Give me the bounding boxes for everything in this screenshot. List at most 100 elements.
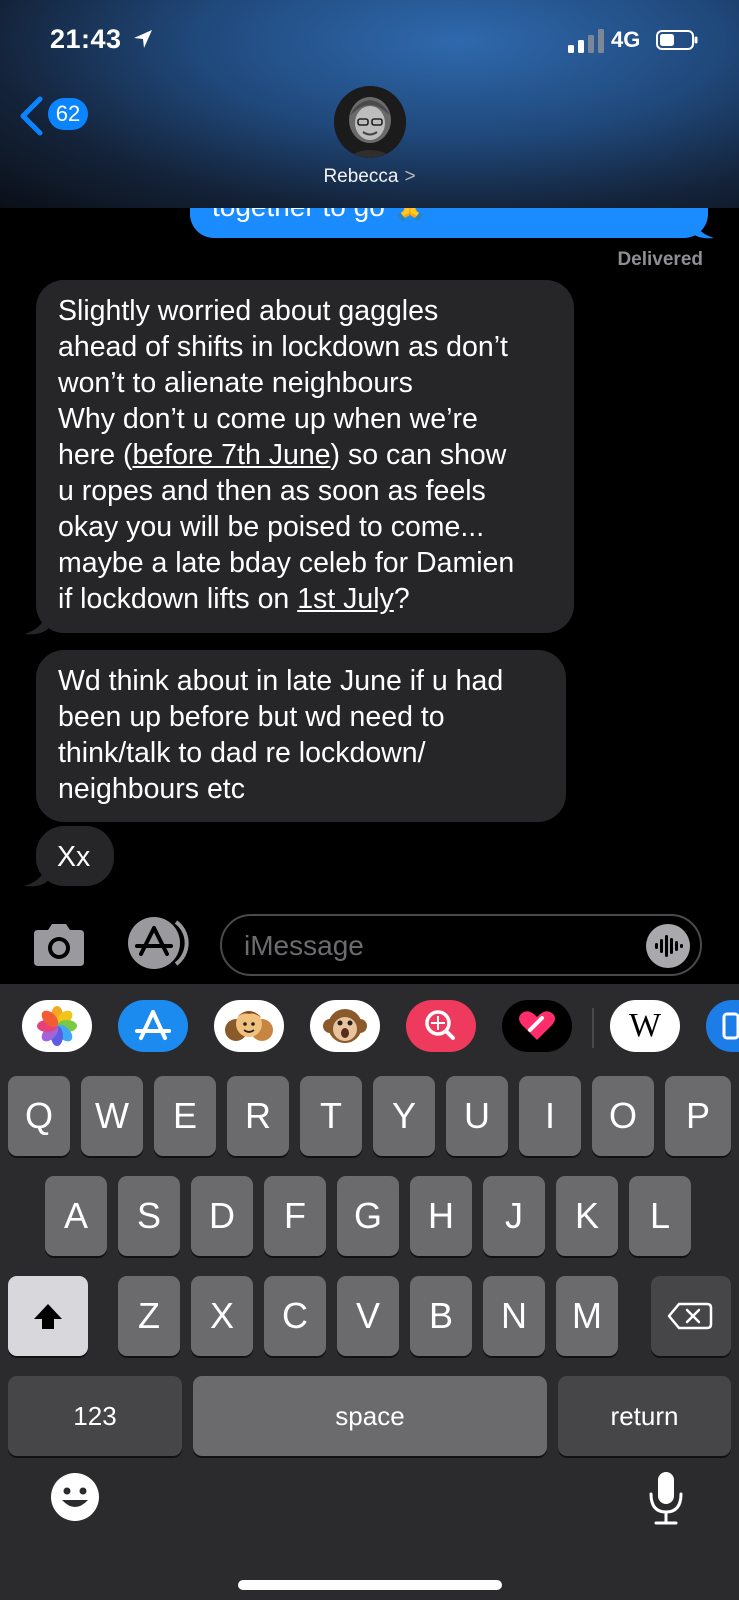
- digital-touch-app-icon[interactable]: [502, 1000, 572, 1052]
- key-label: Z: [138, 1295, 160, 1336]
- more-apps-icon[interactable]: [706, 1000, 739, 1052]
- key-label: space: [335, 1401, 405, 1431]
- date-link[interactable]: 1st July: [297, 583, 394, 615]
- chevron-right-icon: >: [404, 166, 416, 187]
- key-h[interactable]: H: [410, 1176, 472, 1256]
- key-f[interactable]: F: [264, 1176, 326, 1256]
- sent-bubble-tail: [688, 206, 714, 239]
- space-key[interactable]: space: [193, 1376, 547, 1456]
- photos-app-icon[interactable]: [22, 1000, 92, 1052]
- message-line: Why don’t u come up when we’re: [58, 403, 478, 435]
- key-l[interactable]: L: [629, 1176, 691, 1256]
- key-label: F: [284, 1195, 306, 1236]
- contact-avatar[interactable]: [334, 86, 406, 158]
- key-label: P: [685, 1095, 710, 1136]
- status-time: 21:43: [50, 24, 122, 54]
- key-label: A: [63, 1195, 88, 1236]
- key-label: G: [353, 1195, 382, 1236]
- key-label: O: [608, 1095, 637, 1136]
- key-label: U: [464, 1095, 490, 1136]
- received-message-bubble[interactable]: Wd think about in late June if u had bee…: [36, 650, 566, 822]
- message-line: maybe a late bday celeb for Damien: [58, 547, 515, 579]
- app-store-app-icon[interactable]: [118, 1000, 188, 1052]
- shift-key[interactable]: [8, 1276, 88, 1356]
- key-m[interactable]: M: [556, 1276, 618, 1356]
- message-line: neighbours etc: [58, 773, 245, 805]
- wikipedia-glyph: W: [628, 1007, 662, 1044]
- return-key[interactable]: return: [558, 1376, 731, 1456]
- key-q[interactable]: Q: [8, 1076, 70, 1156]
- message-text: here (: [58, 439, 133, 471]
- key-w[interactable]: W: [81, 1076, 143, 1156]
- message-line: here (before 7th June) so can show: [58, 437, 554, 473]
- message-line: Slightly worried about gaggles: [58, 295, 439, 327]
- key-label: return: [610, 1401, 679, 1431]
- audio-message-button[interactable]: [646, 924, 690, 968]
- key-e[interactable]: E: [154, 1076, 216, 1156]
- app-store-icon[interactable]: [124, 916, 190, 970]
- waveform-icon: [655, 935, 683, 957]
- emoji-icon[interactable]: [50, 1472, 100, 1522]
- date-link[interactable]: before 7th June: [132, 439, 330, 471]
- contact-name[interactable]: Rebecca >: [0, 166, 739, 188]
- network-type: 4G: [611, 27, 641, 52]
- key-j[interactable]: J: [483, 1176, 545, 1256]
- key-label: L: [649, 1195, 671, 1236]
- animoji-app-icon[interactable]: [310, 1000, 380, 1052]
- key-label: Q: [24, 1095, 53, 1136]
- keyboard: Q W E R T Y U I O P A S D F G H J K L Z …: [0, 1070, 739, 1600]
- unread-count-badge: 62: [48, 98, 88, 130]
- key-k[interactable]: K: [556, 1176, 618, 1256]
- key-label: R: [245, 1095, 271, 1136]
- message-line: ahead of shifts in lockdown as don’t: [58, 331, 508, 363]
- numbers-key[interactable]: 123: [8, 1376, 182, 1456]
- key-label: S: [136, 1195, 161, 1236]
- key-n[interactable]: N: [483, 1276, 545, 1356]
- key-t[interactable]: T: [300, 1076, 362, 1156]
- message-text: ) so can show: [330, 439, 507, 471]
- key-c[interactable]: C: [264, 1276, 326, 1356]
- key-label: T: [320, 1095, 342, 1136]
- key-i[interactable]: I: [519, 1076, 581, 1156]
- message-input[interactable]: iMessage: [220, 914, 702, 976]
- wikipedia-app-icon[interactable]: W: [610, 1000, 680, 1052]
- key-u[interactable]: U: [446, 1076, 508, 1156]
- key-z[interactable]: Z: [118, 1276, 180, 1356]
- signal-strength-icon: [568, 29, 604, 53]
- memoji-app-icon[interactable]: [214, 1000, 284, 1052]
- message-line: Wd think about in late June if u had: [58, 665, 504, 697]
- key-o[interactable]: O: [592, 1076, 654, 1156]
- received-message-bubble[interactable]: Slightly worried about gaggles ahead of …: [36, 280, 574, 633]
- camera-icon[interactable]: [30, 922, 88, 968]
- message-line: u ropes and then as soon as feels: [58, 475, 486, 507]
- key-y[interactable]: Y: [373, 1076, 435, 1156]
- location-arrow-icon: [134, 30, 152, 48]
- dictation-mic-icon[interactable]: [646, 1470, 686, 1526]
- key-label: V: [355, 1295, 380, 1336]
- key-g[interactable]: G: [337, 1176, 399, 1256]
- key-b[interactable]: B: [410, 1276, 472, 1356]
- key-label: D: [209, 1195, 235, 1236]
- message-line: been up before but wd need to: [58, 701, 445, 733]
- backspace-key[interactable]: [651, 1276, 731, 1356]
- key-v[interactable]: V: [337, 1276, 399, 1356]
- key-r[interactable]: R: [227, 1076, 289, 1156]
- key-label: N: [501, 1295, 527, 1336]
- key-a[interactable]: A: [45, 1176, 107, 1256]
- contact-name-text: Rebecca: [323, 166, 399, 187]
- key-d[interactable]: D: [191, 1176, 253, 1256]
- home-indicator[interactable]: [238, 1580, 502, 1590]
- back-button[interactable]: 62: [18, 94, 98, 138]
- key-p[interactable]: P: [665, 1076, 731, 1156]
- key-label: W: [95, 1095, 129, 1136]
- app-strip-divider: [592, 1008, 594, 1048]
- key-label: H: [428, 1195, 454, 1236]
- key-label: I: [544, 1095, 555, 1136]
- key-x[interactable]: X: [191, 1276, 253, 1356]
- imessage-app-strip: W: [0, 984, 739, 1070]
- key-label: K: [574, 1195, 599, 1236]
- key-s[interactable]: S: [118, 1176, 180, 1256]
- key-label: X: [209, 1295, 234, 1336]
- image-search-app-icon[interactable]: [406, 1000, 476, 1052]
- battery-icon: [656, 30, 698, 50]
